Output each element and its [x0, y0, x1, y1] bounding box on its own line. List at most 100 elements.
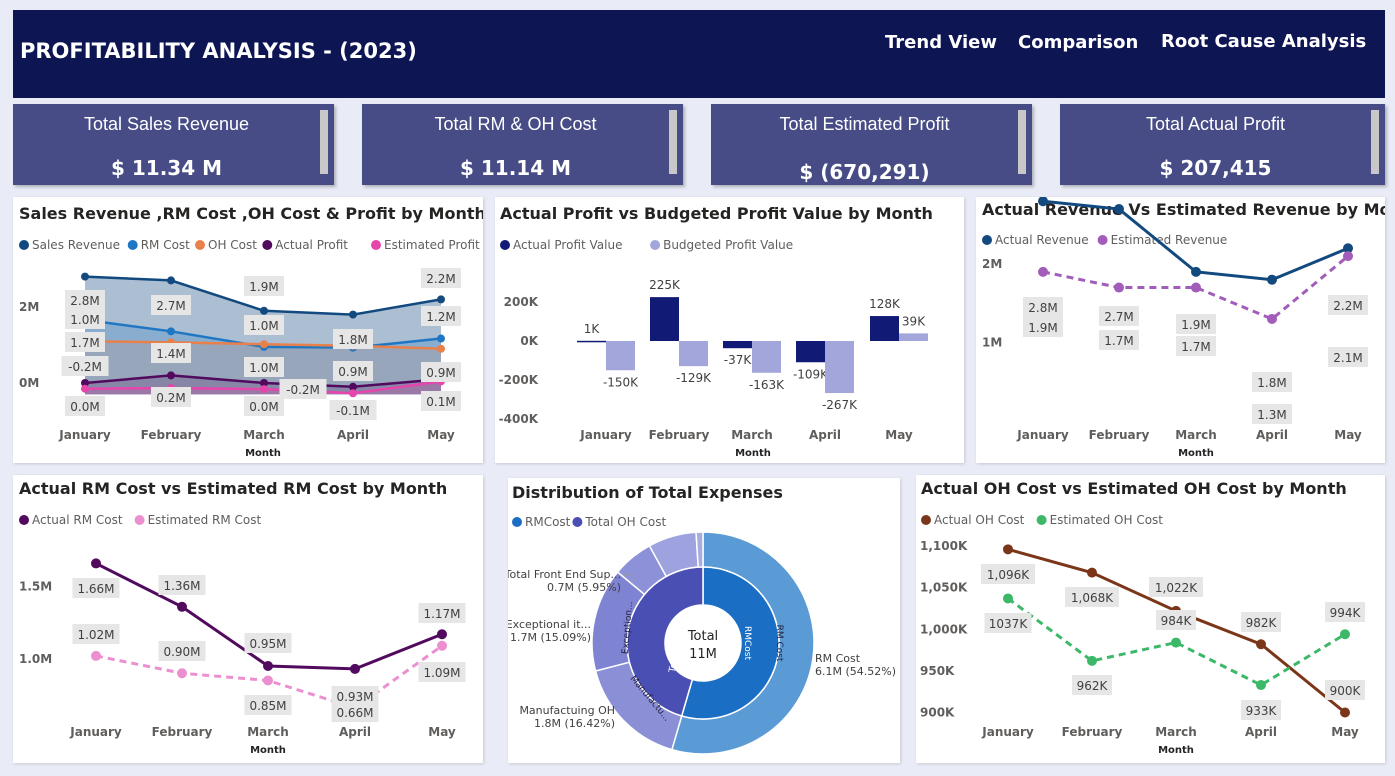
legend-marker: [982, 235, 992, 245]
y-tick-label: 950K: [920, 664, 955, 678]
data-label: 0.85M: [249, 699, 286, 713]
ring-label: RMCost: [742, 626, 752, 660]
data-label: 1,096K: [987, 568, 1030, 582]
bar-label: 128K: [869, 297, 901, 311]
chart-title: Actual Profit vs Budgeted Profit Value b…: [500, 204, 933, 223]
data-label: 1.8M: [1257, 376, 1286, 390]
legend-label: Actual Profit: [275, 238, 348, 252]
x-tick-label: January: [981, 725, 1034, 739]
x-tick-label: February: [1089, 428, 1150, 442]
data-label: 0.66M: [336, 706, 373, 720]
y-tick-label: 2M: [982, 257, 1002, 271]
kpi-value: $ (670,291): [799, 160, 930, 184]
data-point: [350, 663, 360, 674]
bar: [752, 341, 781, 373]
data-point: [437, 640, 447, 651]
legend-marker: [134, 515, 145, 525]
kpi-card-actual-profit: Total Actual Profit $ 207,415: [1060, 104, 1385, 185]
data-label: 2.2M: [426, 272, 455, 286]
bar: [606, 341, 635, 371]
data-label: 994K: [1330, 606, 1362, 620]
x-tick-label: January: [1016, 428, 1069, 442]
data-label: 2.8M: [1028, 301, 1057, 315]
data-point: [1343, 251, 1353, 262]
data-label: 0.2M: [156, 391, 185, 405]
legend-marker: [512, 517, 522, 527]
chart-panel-expense-distribution: Distribution of Total Expenses RMCost Tota…: [504, 478, 900, 763]
data-label: 1.4M: [156, 347, 185, 361]
x-tick-label: February: [1062, 725, 1123, 739]
data-point: [91, 650, 101, 661]
legend-label: Actual OH Cost: [934, 513, 1025, 527]
page-title: PROFITABILITY ANALYSIS - (2023): [20, 39, 417, 63]
chart-rm-cost: Actual RM Cost vs Estimated RM Cost by M…: [19, 479, 466, 756]
bar: [825, 341, 854, 394]
data-label: 984K: [1161, 614, 1193, 628]
data-label: 1.7M: [70, 336, 99, 350]
chart-monthly-overview: Sales Revenue ,RM Cost ,OH Cost & Profit…: [19, 204, 486, 459]
data-point: [1003, 544, 1013, 555]
bar-label: -267K: [822, 398, 858, 412]
data-point: [260, 340, 268, 349]
center-label: Total: [687, 629, 718, 644]
chart-title: Sales Revenue ,RM Cost ,OH Cost & Profit…: [19, 204, 483, 223]
nav-trend-view[interactable]: Trend View: [885, 32, 997, 53]
x-axis-title: Month: [245, 448, 281, 459]
data-label: 1.02M: [77, 628, 114, 642]
data-point: [1003, 593, 1013, 604]
x-tick-label: April: [1256, 428, 1288, 442]
data-label: 1.36M: [163, 579, 200, 593]
bar-label: -150K: [603, 375, 639, 389]
legend-marker: [19, 515, 29, 525]
kpi-scroll-bar: [1018, 110, 1026, 174]
data-label: 1.9M: [1181, 318, 1210, 332]
legend-label: Budgeted Profit Value: [663, 238, 793, 252]
y-tick-label: 1,000K: [920, 622, 968, 636]
legend-label: Total OH Cost: [584, 515, 666, 529]
data-label: 982K: [1246, 616, 1278, 630]
x-tick-label: February: [152, 725, 213, 739]
data-point: [1038, 266, 1048, 277]
y-tick-label: 200K: [504, 295, 539, 309]
x-tick-label: April: [809, 428, 841, 442]
chart-oh-cost: Actual OH Cost vs Estimated OH Cost by M…: [920, 479, 1365, 756]
nav-comparison[interactable]: Comparison: [1018, 32, 1138, 53]
data-point: [260, 306, 268, 315]
legend-marker: [19, 240, 29, 250]
bar-label: 1K: [584, 322, 601, 336]
data-label: 1.3M: [1257, 408, 1286, 422]
x-axis-title: Month: [1158, 745, 1194, 756]
data-point: [1256, 639, 1266, 650]
y-tick-label: 1M: [982, 336, 1002, 350]
legend-label: Estimated OH Cost: [1050, 513, 1164, 527]
x-tick-label: March: [1155, 725, 1197, 739]
bar-label: 39K: [902, 314, 926, 328]
legend-label: Actual Profit Value: [513, 238, 622, 252]
data-label: 900K: [1330, 684, 1362, 698]
x-tick-label: April: [337, 428, 369, 442]
data-point: [177, 601, 187, 612]
legend-marker: [127, 240, 138, 250]
chart-title: Actual OH Cost vs Estimated OH Cost by M…: [921, 479, 1347, 498]
y-tick-label: 0M: [19, 376, 39, 390]
chart-title: Distribution of Total Expenses: [512, 483, 783, 502]
chart-title: Actual RM Cost vs Estimated RM Cost by M…: [19, 479, 447, 498]
x-tick-label: May: [1331, 725, 1359, 739]
y-tick-label: 900K: [920, 706, 955, 720]
kpi-label: Total Sales Revenue: [83, 114, 250, 134]
data-label: 1.66M: [77, 582, 114, 596]
callout-label: Total Front End Sup...: [508, 568, 621, 581]
bar: [723, 341, 752, 349]
data-point: [1114, 204, 1124, 215]
kpi-label: Total Actual Profit: [1145, 114, 1286, 134]
legend-label: Estimated RM Cost: [148, 513, 262, 527]
data-label: 0.90M: [163, 645, 200, 659]
nav-root-cause-analysis[interactable]: Root Cause Analysis: [1161, 31, 1366, 52]
x-tick-label: May: [428, 725, 456, 739]
callout-label: Manufactuing OH: [519, 704, 615, 717]
x-tick-label: March: [731, 428, 773, 442]
kpi-label: Total Estimated Profit: [779, 114, 950, 134]
data-label: 0.0M: [249, 400, 278, 414]
data-point: [437, 295, 445, 304]
bar: [650, 297, 679, 341]
